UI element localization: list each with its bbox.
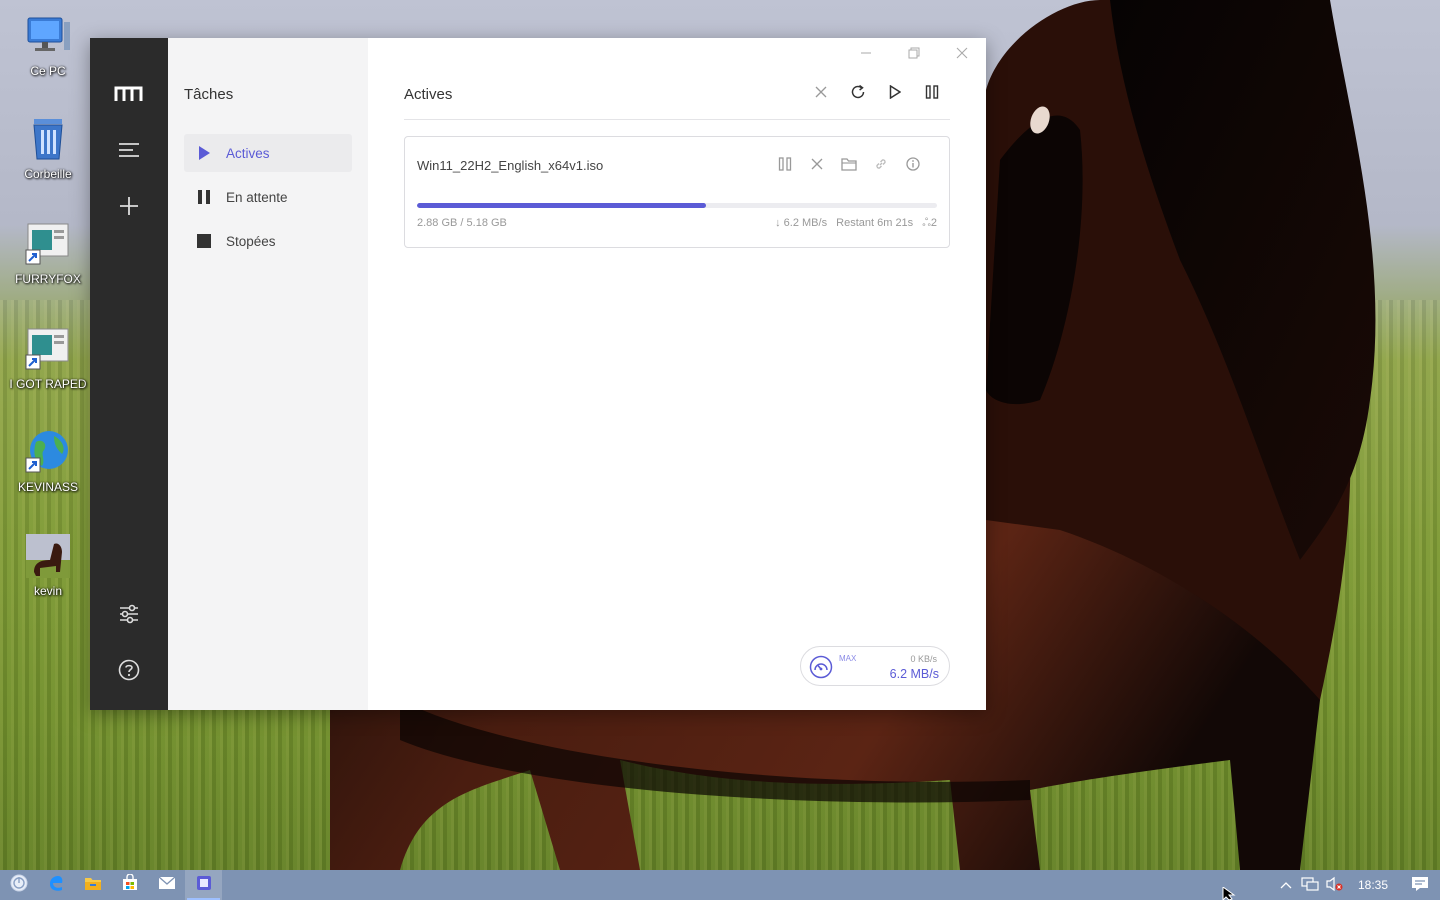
computer-icon bbox=[24, 12, 72, 60]
link-icon bbox=[874, 157, 888, 176]
desktop-icon-furryfox[interactable]: FURRYFOX bbox=[8, 220, 88, 286]
app-rail bbox=[90, 38, 168, 710]
tray-volume[interactable] bbox=[1322, 870, 1346, 900]
download-speed: 6.2 MB/s bbox=[889, 667, 939, 681]
task-item[interactable]: Win11_22H2_English_x64v1.iso 2.88 GB / 5… bbox=[404, 136, 950, 248]
shortcut-icon bbox=[24, 325, 72, 373]
start-button[interactable] bbox=[0, 870, 37, 900]
task-progress-fill bbox=[417, 203, 707, 208]
motrix-logo-icon[interactable] bbox=[90, 74, 168, 114]
close-icon[interactable] bbox=[938, 40, 986, 66]
resume-all-button[interactable] bbox=[876, 82, 913, 106]
desktop-icon-kevinass[interactable]: KEVINASS bbox=[8, 428, 88, 494]
play-icon bbox=[889, 84, 901, 104]
mail-icon bbox=[158, 876, 176, 895]
tray-clock[interactable]: 18:35 bbox=[1346, 870, 1400, 900]
notification-icon bbox=[1411, 876, 1429, 895]
sidebar-item-waiting[interactable]: En attente bbox=[184, 178, 352, 216]
add-icon[interactable] bbox=[90, 186, 168, 226]
taskbar-store[interactable] bbox=[111, 870, 148, 900]
settings-icon[interactable] bbox=[90, 594, 168, 634]
task-delete-button[interactable] bbox=[801, 155, 833, 177]
task-stats: ↓ 6.2 MB/s Restant 6m 21s ஃ2 bbox=[769, 217, 937, 231]
sidebar-item-actives[interactable]: Actives bbox=[184, 134, 352, 172]
recycle-bin-icon bbox=[24, 115, 72, 163]
refresh-button[interactable] bbox=[839, 82, 876, 106]
stop-icon bbox=[196, 233, 212, 249]
sidebar-item-stopped[interactable]: Stopées bbox=[184, 222, 352, 260]
tray-overflow-button[interactable] bbox=[1274, 870, 1298, 900]
network-icon bbox=[1301, 876, 1319, 895]
taskbar-file-explorer[interactable] bbox=[74, 870, 111, 900]
speedometer-icon bbox=[809, 655, 833, 684]
task-actions bbox=[769, 155, 929, 177]
taskbar-edge[interactable] bbox=[37, 870, 74, 900]
maximize-icon[interactable] bbox=[890, 40, 938, 66]
pause-icon bbox=[778, 156, 792, 176]
info-icon bbox=[906, 156, 920, 176]
chevron-up-icon bbox=[1280, 878, 1292, 892]
taskbar-mail[interactable] bbox=[148, 870, 185, 900]
speedometer[interactable]: MAX 0 KB/s 6.2 MB/s bbox=[800, 646, 950, 686]
help-icon[interactable] bbox=[90, 650, 168, 690]
play-icon bbox=[196, 145, 212, 161]
sidebar-item-label: Actives bbox=[226, 145, 270, 161]
sidebar-item-label: En attente bbox=[226, 189, 288, 205]
upload-speed: 0 KB/s bbox=[910, 654, 937, 664]
horse-image-icon bbox=[24, 532, 72, 580]
panel-header: Actives bbox=[404, 84, 950, 120]
task-meta: 2.88 GB / 5.18 GB ↓ 6.2 MB/s Restant 6m … bbox=[417, 217, 937, 231]
start-icon bbox=[10, 874, 28, 897]
task-copy-link-button[interactable] bbox=[865, 155, 897, 177]
motrix-taskbar-icon bbox=[196, 875, 212, 896]
volume-muted-icon bbox=[1325, 876, 1343, 895]
pause-icon bbox=[925, 84, 939, 104]
desktop-icon-recycle-bin[interactable]: Corbeille bbox=[8, 115, 88, 181]
task-connections: ஃ2 bbox=[922, 217, 937, 229]
task-speed: ↓ 6.2 MB/s bbox=[775, 217, 828, 229]
task-progress-bar bbox=[417, 203, 937, 208]
task-remaining: Restant 6m 21s bbox=[836, 217, 914, 229]
folder-icon bbox=[841, 157, 857, 176]
file-explorer-icon bbox=[84, 875, 102, 896]
tray-network[interactable] bbox=[1298, 870, 1322, 900]
store-icon bbox=[121, 872, 139, 897]
system-tray: 18:35 bbox=[1274, 870, 1440, 900]
task-list-panel: Actives Win11_22H2_English_x64v1.iso 2.8… bbox=[368, 38, 986, 710]
taskbar-motrix[interactable] bbox=[185, 870, 222, 900]
header-actions bbox=[802, 82, 950, 106]
menu-icon[interactable] bbox=[90, 130, 168, 170]
refresh-icon bbox=[850, 84, 866, 105]
task-filter-nav: Actives En attente Stopées bbox=[184, 134, 352, 266]
shortcut-icon bbox=[24, 220, 72, 268]
sidebar-item-label: Stopées bbox=[226, 233, 276, 249]
page-title: Actives bbox=[404, 86, 453, 103]
desktop-icon-kevin[interactable]: kevin bbox=[8, 532, 88, 598]
task-size: 2.88 GB / 5.18 GB bbox=[417, 217, 507, 229]
task-pause-button[interactable] bbox=[769, 155, 801, 177]
task-info-button[interactable] bbox=[897, 155, 929, 177]
pause-all-button[interactable] bbox=[913, 82, 950, 106]
motrix-window: Tâches Actives En attente Stopées Active… bbox=[90, 38, 986, 710]
sidebar-title: Tâches bbox=[184, 86, 234, 103]
mouse-cursor bbox=[1222, 887, 1236, 900]
globe-shortcut-icon bbox=[24, 428, 72, 476]
tasks-sidebar: Tâches Actives En attente Stopées bbox=[168, 38, 368, 710]
delete-icon bbox=[811, 157, 823, 175]
desktop-icon-this-pc[interactable]: Ce PC bbox=[8, 12, 88, 78]
delete-all-button[interactable] bbox=[802, 82, 839, 106]
desktop-icon-shortcut-2[interactable]: I GOT RAPED bbox=[8, 325, 88, 391]
speed-max-label: MAX bbox=[839, 654, 857, 663]
window-controls bbox=[842, 40, 986, 66]
edge-icon bbox=[47, 874, 65, 897]
task-open-folder-button[interactable] bbox=[833, 155, 865, 177]
action-center-button[interactable] bbox=[1400, 870, 1440, 900]
minimize-icon[interactable] bbox=[842, 40, 890, 66]
pause-icon bbox=[196, 189, 212, 205]
task-file-name: Win11_22H2_English_x64v1.iso bbox=[417, 158, 604, 173]
close-icon bbox=[815, 85, 827, 103]
